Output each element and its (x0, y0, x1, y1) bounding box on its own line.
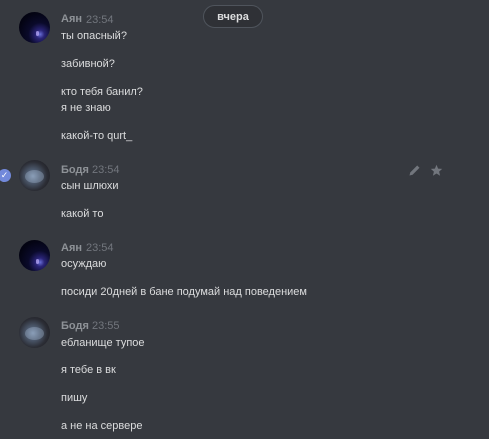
avatar[interactable] (19, 12, 50, 43)
timestamp: 23:54 (86, 242, 114, 254)
message-text: осуждаю (61, 258, 107, 270)
avatar[interactable] (19, 240, 50, 271)
pencil-icon[interactable] (408, 164, 421, 177)
message-text: забивной? (61, 58, 115, 70)
author-name[interactable]: Аян (61, 242, 82, 254)
message-text: какой-то qurt_ (61, 130, 133, 142)
timestamp: 23:54 (86, 14, 114, 26)
author-name[interactable]: Бодя (61, 320, 89, 332)
author-name[interactable]: Бодя (61, 164, 89, 176)
message-text: сын шлюхи (61, 180, 119, 192)
message-text: я не знаю (61, 102, 111, 114)
message-text: пишу (61, 392, 88, 404)
chat-area: вчера Аян 23:54 ты опасный? забивной? кт… (0, 0, 489, 439)
message-text: кто тебя банил? (61, 86, 143, 98)
avatar[interactable] (19, 160, 50, 191)
message-text: какой то (61, 208, 104, 220)
message-text: ебланище тупое (61, 337, 145, 349)
message-text: ты опасный? (61, 30, 127, 42)
timestamp: 23:54 (92, 164, 120, 176)
timestamp: 23:55 (92, 320, 120, 332)
message-text: а не на сервере (61, 420, 143, 432)
author-name[interactable]: Аян (61, 13, 82, 25)
star-icon[interactable] (430, 164, 443, 177)
date-divider: вчера (203, 5, 263, 28)
verified-check-icon: ✓ (0, 169, 11, 182)
avatar[interactable] (19, 317, 50, 348)
message-text: посиди 20дней в бане подумай над поведен… (61, 286, 307, 298)
message-text: я тебе в вк (61, 364, 116, 376)
